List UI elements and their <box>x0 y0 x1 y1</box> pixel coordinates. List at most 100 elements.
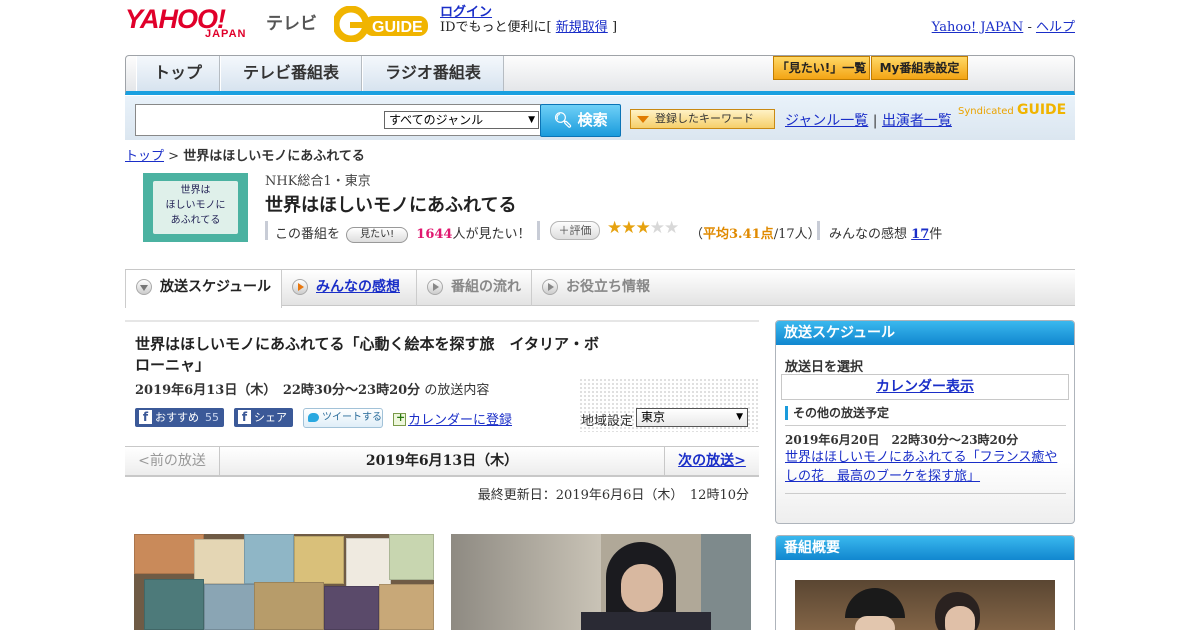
facebook-share-label: シェア <box>254 411 287 424</box>
pager-date: 2019年6月13日（木） <box>365 453 519 469</box>
rate-button[interactable]: ＋評価 <box>550 221 600 240</box>
tab-useful-info: お役立ち情報 <box>532 270 667 306</box>
book-shape <box>389 534 434 580</box>
person-face-shape <box>945 606 975 630</box>
sidebar-overview-heading: 番組概要 <box>776 536 1074 560</box>
dropdown-arrow-icon <box>637 116 649 123</box>
search-bar: すべてのジャンル ▼ 🔍︎ 検索 登録したキーワード ジャンル一覧 | 出演者一… <box>125 96 1075 140</box>
calendar-add-icon <box>393 411 406 426</box>
signup-link[interactable]: 新規取得 <box>556 20 608 35</box>
mitai-pre-text: この番組を <box>275 227 341 242</box>
region-select-value: 東京 <box>641 410 666 424</box>
tab-label: 放送スケジュール <box>160 279 272 295</box>
yahoo-japan-logo-text: JAPAN <box>205 28 247 40</box>
sidebar-broadcast-schedule: 放送スケジュール 放送日を選択 カレンダー表示 その他の放送予定 2019年6月… <box>775 320 1075 524</box>
gguide-logo: GUIDE <box>334 6 428 42</box>
mitai-post-text: 人が見たい！ <box>452 227 531 242</box>
facebook-recommend-button[interactable]: おすすめ 55 <box>135 408 224 427</box>
performer-list-link[interactable]: 出演者一覧 <box>882 113 952 129</box>
region-select[interactable]: 東京 ▼ <box>636 408 748 427</box>
select-arrow-icon: ▼ <box>736 412 743 422</box>
breadcrumb-top-link[interactable]: トップ <box>125 149 164 164</box>
facebook-recommend-label: おすすめ <box>155 411 199 424</box>
episode-date-suffix: の放送内容 <box>424 383 490 398</box>
tab-impressions[interactable]: みんなの感想 <box>282 270 417 306</box>
overview-photo <box>795 580 1055 630</box>
search-button-label: 検索 <box>577 111 608 129</box>
program-thumbnail: 世界は ほしいモノに あふれてる <box>143 173 248 242</box>
photo-background <box>451 534 601 630</box>
book-shape <box>254 582 324 630</box>
tweet-button[interactable]: ツイートする <box>303 408 383 428</box>
other-broadcast-link[interactable]: 世界はほしいモノにあふれてる「フランス癒やしの花 最高のブーケを探す旅」 <box>785 448 1070 486</box>
registered-keyword-label: 登録したキーワード <box>655 112 754 125</box>
divider <box>785 425 1066 426</box>
impressions-count-link[interactable]: 17 <box>911 227 929 242</box>
play-arrow-icon <box>292 279 308 295</box>
search-button[interactable]: 🔍︎ 検索 <box>540 104 621 137</box>
play-arrow-icon <box>427 279 443 295</box>
episode-photo-reading-woman <box>451 534 751 630</box>
sidebar-schedule-heading: 放送スケジュール <box>776 321 1074 345</box>
calendar-register-link[interactable]: カレンダーに登録 <box>408 413 512 428</box>
person-face-shape <box>855 616 895 630</box>
divider <box>817 221 820 240</box>
episode-date: 2019年6月13日（木） 22時30分～23時20分 の放送内容 <box>135 379 489 398</box>
syndicated-gguide-logo: GUIDE <box>1016 102 1067 118</box>
tab-label: お役立ち情報 <box>566 279 650 295</box>
my-bangumi-settings-button[interactable]: My番組表設定 <box>871 56 968 80</box>
channel-name: NHK総合1・東京 <box>265 174 371 189</box>
program-logo-line: 世界は <box>180 185 211 196</box>
tweet-label: ツイートする <box>322 412 382 423</box>
impressions-unit: 件 <box>929 227 943 242</box>
facebook-share-button[interactable]: シェア <box>234 408 293 427</box>
gguide-logo-text: GUIDE <box>372 19 423 36</box>
book-shape <box>346 538 391 588</box>
genre-select-value: すべてのジャンル <box>389 113 484 127</box>
genre-list-link[interactable]: ジャンル一覧 <box>785 113 868 129</box>
episode-title: 世界はほしいモノにあふれてる「心動く絵本を探す旅 イタリア・ボローニャ」 <box>135 335 599 374</box>
rating-stars: ★★★★★ <box>607 218 680 238</box>
book-shape <box>204 584 259 630</box>
twitter-bird-icon <box>308 413 319 422</box>
book-shape <box>324 586 379 630</box>
book-shape <box>379 584 434 630</box>
nav-tab-radio-guide[interactable]: ラジオ番組表 <box>362 56 504 91</box>
calendar-display-link[interactable]: カレンダー表示 <box>781 374 1069 400</box>
rate-button-label: 評価 <box>569 224 592 237</box>
search-links: ジャンル一覧 | 出演者一覧 <box>785 110 952 130</box>
global-nav: トップ テレビ番組表 ラジオ番組表 「見たい!」一覧 My番組表設定 <box>125 55 1075 95</box>
tab-label: みんなの感想 <box>316 279 400 295</box>
nav-tab-top[interactable]: トップ <box>136 56 220 91</box>
book-shape <box>244 534 294 584</box>
program-logo-line: ほしいモノに <box>165 200 226 211</box>
breadcrumb-separator: > <box>168 149 180 164</box>
link-separator: | <box>872 113 878 129</box>
impressions-label: みんなの感想 <box>829 227 908 242</box>
star-empty-icon: ★★ <box>649 218 680 238</box>
broadcast-pager: <前の放送 2019年6月13日（木） 次の放送> <box>125 446 759 477</box>
yahoo-japan-link[interactable]: Yahoo! JAPAN <box>932 20 1024 35</box>
help-link[interactable]: ヘルプ <box>1036 20 1075 35</box>
tab-program-flow: 番組の流れ <box>417 270 532 306</box>
nav-tab-tv-guide[interactable]: テレビ番組表 <box>220 56 362 91</box>
breadcrumb: トップ > 世界はほしいモノにあふれてる <box>125 145 365 164</box>
mitai-button[interactable]: 見たい! <box>346 226 409 243</box>
genre-select[interactable]: すべてのジャンル ▼ <box>384 111 539 129</box>
mitai-list-button[interactable]: 「見たい!」一覧 <box>773 56 870 80</box>
rating-count: /17人） <box>773 227 821 242</box>
tv-logo-text[interactable]: テレビ <box>266 9 317 34</box>
region-label: 地域設定 <box>581 414 634 429</box>
registered-keyword-button[interactable]: 登録したキーワード <box>630 109 775 129</box>
facebook-recommend-count: 55 <box>205 411 219 424</box>
next-broadcast-link[interactable]: 次の放送> <box>664 447 759 475</box>
mitai-count: 1644 <box>416 227 453 242</box>
chevron-down-icon <box>136 279 152 295</box>
divider <box>265 221 268 240</box>
other-broadcast-date: 2019年6月20日 22時30分～23時20分 <box>785 433 1019 447</box>
select-arrow-icon: ▼ <box>528 115 535 125</box>
search-icon: 🔍︎ <box>553 111 573 129</box>
tab-broadcast-schedule[interactable]: 放送スケジュール <box>125 270 282 308</box>
login-link[interactable]: ログイン <box>440 5 492 20</box>
header-links: Yahoo! JAPAN - ヘルプ <box>932 16 1075 35</box>
